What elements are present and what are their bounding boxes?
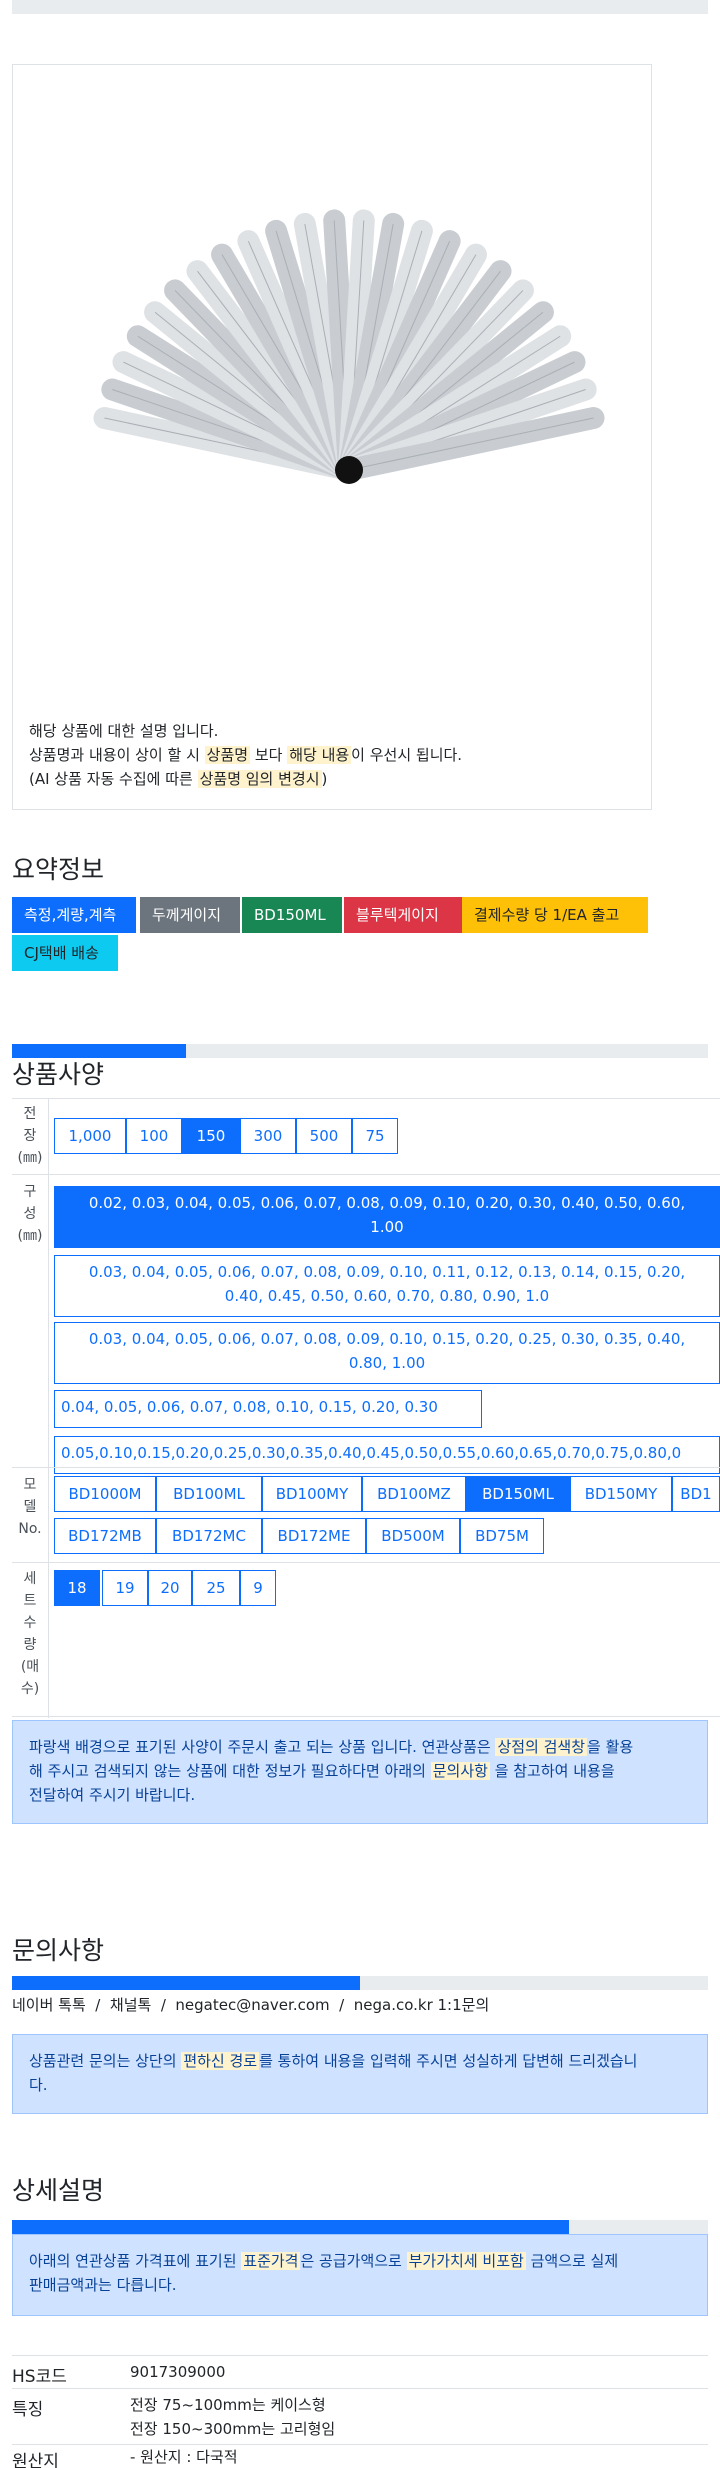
composition-option[interactable]: 0.05,0.10,0.15,0.20,0.25,0.30,0.35,0.40,… <box>54 1436 720 1474</box>
model-option[interactable]: BD500M <box>366 1518 460 1554</box>
feature-value-2: 전장 150~300mm는 고리형임 <box>130 2420 336 2438</box>
summary-badge: 두께게이지 <box>140 897 240 933</box>
length-option[interactable]: 100 <box>126 1118 182 1154</box>
product-image-card: 해당 상품에 대한 설명 입니다. 상품명과 내용이 상이 할 시 상품명 보다… <box>12 64 652 810</box>
inquiry-title: 문의사항 <box>12 1936 105 1965</box>
model-option[interactable]: BD100MY <box>262 1476 362 1512</box>
summary-badge: 측정,계량,계측 <box>12 897 136 933</box>
set-option[interactable]: 9 <box>240 1570 276 1606</box>
model-option[interactable]: BD150MY <box>570 1476 672 1512</box>
summary-badge: BD150ML <box>242 897 342 933</box>
order-notice: 파랑색 배경으로 표기된 사양이 주문시 출고 되는 상품 입니다. 연관상품은… <box>12 1720 708 1824</box>
composition-option[interactable]: 0.03, 0.04, 0.05, 0.06, 0.07, 0.08, 0.09… <box>54 1322 720 1384</box>
model-option[interactable]: BD100MZ <box>362 1476 466 1512</box>
hs-code-key: HS코드 <box>12 2367 67 2387</box>
composition-option[interactable]: 0.03, 0.04, 0.05, 0.06, 0.07, 0.08, 0.09… <box>54 1255 720 1317</box>
specs-title: 상품사양 <box>12 1060 105 1089</box>
hs-code-value: 9017309000 <box>130 2363 226 2381</box>
model-option[interactable]: BD172ME <box>262 1518 366 1554</box>
length-option[interactable]: 1,000 <box>54 1118 126 1154</box>
price-notice: 아래의 연관상품 가격표에 표기된 표준가격 은 공급가액으로 부가가치세 비포함… <box>12 2234 708 2316</box>
origin-key: 원산지 <box>12 2452 59 2468</box>
model-option[interactable]: BD100ML <box>156 1476 262 1512</box>
inquiry-notice: 상품관련 문의는 상단의 편하신 경로 를 통하여 내용을 입력해 주시면 성실하… <box>12 2034 708 2114</box>
composition-option[interactable]: 0.04, 0.05, 0.06, 0.07, 0.08, 0.10, 0.15… <box>54 1390 482 1428</box>
specs-progress-bar <box>12 1044 708 1058</box>
length-option[interactable]: 500 <box>296 1118 352 1154</box>
model-option[interactable]: BD172MC <box>156 1518 262 1554</box>
model-option[interactable]: BD75M <box>460 1518 544 1554</box>
inquiry-progress-bar <box>12 1976 708 1990</box>
set-option[interactable]: 19 <box>102 1570 148 1606</box>
set-option[interactable]: 25 <box>192 1570 240 1606</box>
description-line-3: (AI 상품 자동 수집에 따른 상품명 임의 변경시) <box>29 770 328 788</box>
length-option[interactable]: 300 <box>240 1118 296 1154</box>
origin-value: - 원산지 : 다국적 <box>130 2448 238 2466</box>
set-option[interactable]: 18 <box>54 1570 100 1606</box>
length-label: 전 장 (㎜) <box>17 1106 43 1166</box>
model-option[interactable]: BD1 <box>672 1476 720 1512</box>
detail-title: 상세설명 <box>12 2176 105 2205</box>
description-line-1: 해당 상품에 대한 설명 입니다. <box>29 722 219 740</box>
feature-value-1: 전장 75~100mm는 케이스형 <box>130 2396 326 2414</box>
detail-progress-bar <box>12 2220 708 2234</box>
summary-badge: 결제수량 당 1/EA 출고 <box>462 897 648 933</box>
feature-key: 특징 <box>12 2400 44 2420</box>
inquiry-channels[interactable]: 네이버 톡톡 / 채널톡 / negatec@naver.com / nega.… <box>12 1994 489 2015</box>
summary-badge: CJ택배 배송 <box>12 935 118 971</box>
set-label: 세 트 수 량 (매 수) <box>20 1571 40 1697</box>
feeler-gauge-image <box>93 209 605 484</box>
summary-title: 요약정보 <box>12 855 105 884</box>
top-progress-bar <box>12 0 708 14</box>
length-option[interactable]: 75 <box>352 1118 398 1154</box>
composition-label: 구 성 (㎜) <box>17 1184 43 1244</box>
summary-badge: 블루텍게이지 <box>344 897 464 933</box>
description-line-2: 상품명과 내용이 상이 할 시 상품명 보다 해당 내용 이 우선시 됩니다. <box>29 746 463 764</box>
model-label: 모 델 No. <box>18 1477 42 1537</box>
set-option[interactable]: 20 <box>148 1570 192 1606</box>
model-option[interactable]: BD1000M <box>54 1476 156 1512</box>
gauge-hub <box>335 456 363 484</box>
length-option[interactable]: 150 <box>182 1118 240 1154</box>
composition-option[interactable]: 0.02, 0.03, 0.04, 0.05, 0.06, 0.07, 0.08… <box>54 1186 720 1248</box>
model-option[interactable]: BD150ML <box>466 1476 570 1512</box>
model-option[interactable]: BD172MB <box>54 1518 156 1554</box>
